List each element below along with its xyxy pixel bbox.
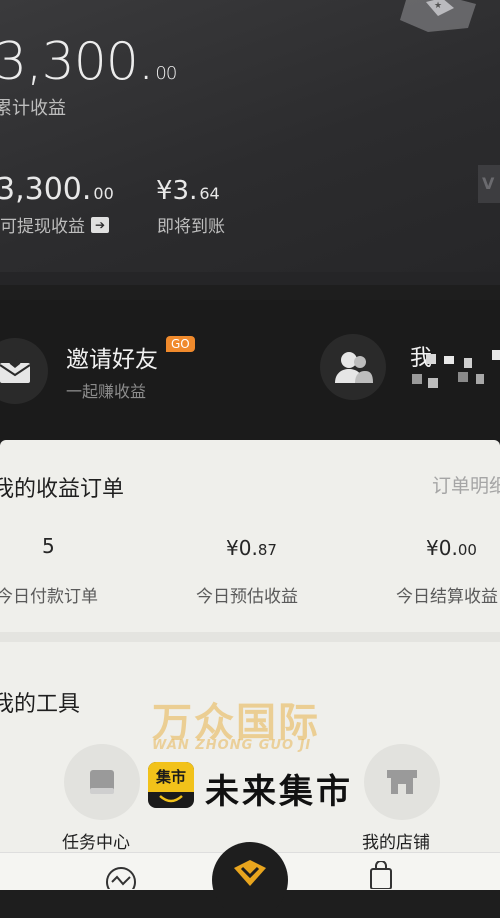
- orders-section-title: 我的收益订单: [0, 477, 125, 502]
- tab-chart-icon[interactable]: [104, 865, 138, 889]
- team-button[interactable]: [320, 334, 386, 400]
- content-panel: [0, 440, 500, 889]
- edge-label: V: [478, 165, 500, 203]
- watermark-logo-icon: 集市: [148, 762, 194, 808]
- upcoming-label: 即将到账: [157, 217, 225, 237]
- withdrawable-label: 可提现收益: [0, 217, 85, 237]
- tab-bag-icon[interactable]: [368, 861, 394, 889]
- invite-subtitle: 一起赚收益: [66, 382, 147, 401]
- stat-value-estimated: ¥0.87: [226, 536, 277, 560]
- task-center-button[interactable]: [64, 744, 140, 820]
- stat-value-settled: ¥0.00: [426, 536, 477, 560]
- total-earnings: 3,300. 00: [0, 32, 177, 92]
- smile-icon: [159, 795, 183, 803]
- order-detail-link[interactable]: 订单明细: [432, 471, 500, 498]
- pixelated-text-icon: [412, 350, 500, 388]
- my-store-label: 我的店铺: [362, 833, 430, 853]
- watermark-text: 未来集市: [205, 772, 353, 812]
- arrow-right-icon: ➔: [91, 216, 109, 233]
- home-logo-icon: [234, 860, 266, 886]
- decor-badge-icon: ★: [400, 0, 476, 32]
- stat-label-paid-orders: 今日付款订单: [0, 587, 98, 607]
- envelope-heart-icon: [0, 358, 31, 383]
- hero-divider: [0, 272, 500, 285]
- stat-label-settled: 今日结算收益: [396, 587, 498, 607]
- total-earnings-label: 累计收益: [0, 98, 66, 119]
- svg-text:★: ★: [434, 1, 442, 11]
- store-icon: [387, 770, 417, 794]
- stat-value-paid-orders: 5: [42, 534, 55, 558]
- upcoming-amount: ¥3. 64: [156, 176, 220, 206]
- user-group-icon: [335, 352, 373, 383]
- withdrawable-amount: 3,300. 00: [0, 172, 114, 207]
- withdraw-link[interactable]: 可提现收益 ➔: [0, 212, 109, 237]
- tools-section-title: 我的工具: [0, 692, 81, 717]
- section-divider: [0, 632, 500, 642]
- tab-home-button[interactable]: [212, 842, 288, 918]
- my-store-button[interactable]: [364, 744, 440, 820]
- watermark-pinyin: WAN ZHONG GUO JI: [152, 738, 312, 753]
- go-badge: GO: [166, 336, 195, 352]
- book-icon: [90, 770, 114, 794]
- task-center-label: 任务中心: [62, 833, 130, 853]
- stat-label-estimated: 今日预估收益: [196, 587, 298, 607]
- watermark-logo-text: 集市: [148, 762, 194, 792]
- earnings-header: ★ V 3,300. 00 累计收益 3,300. 00 可提现收益 ➔ ¥3. 64…: [0, 0, 500, 285]
- invite-title[interactable]: 邀请好友: [66, 340, 158, 374]
